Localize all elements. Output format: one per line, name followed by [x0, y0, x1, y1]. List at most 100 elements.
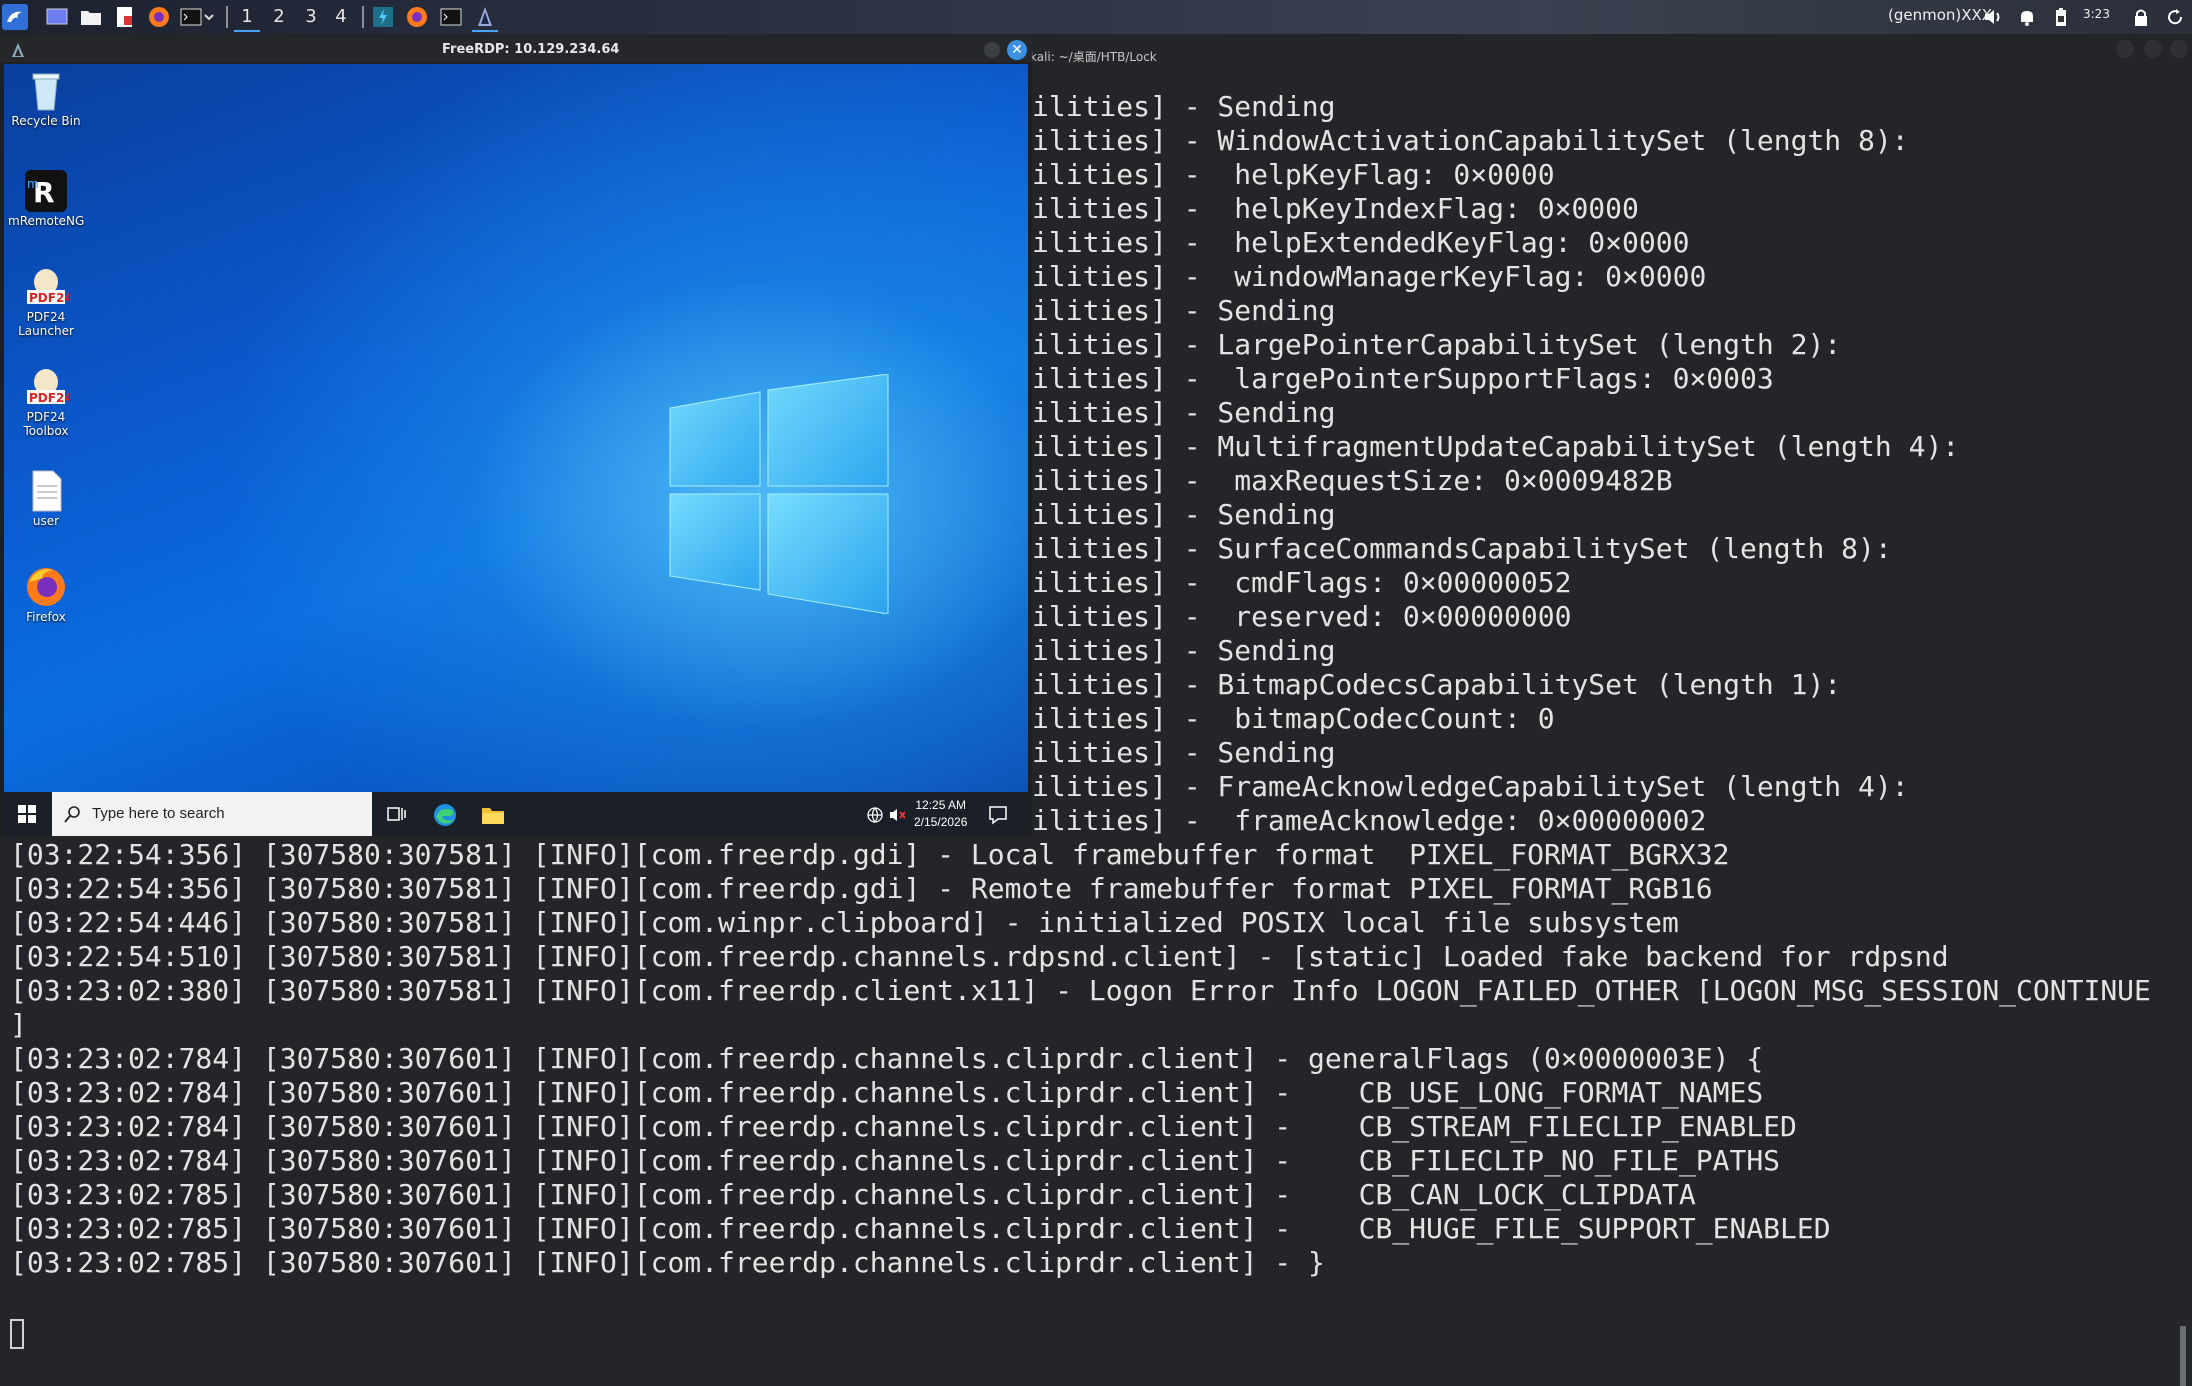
terminal-line: [03:23:02:784] [307580:307601] [INFO][co… — [10, 1144, 1781, 1177]
action-center-icon[interactable] — [988, 805, 1008, 825]
desktop-icon-label: Firefox — [26, 610, 66, 624]
lock-icon[interactable] — [2128, 4, 2154, 30]
workspace-1[interactable]: 1 — [234, 4, 260, 32]
terminal-scrollbar[interactable] — [2180, 1326, 2186, 1386]
top-panel: 1 2 3 4 (genmon)XXX 3:23 — [0, 0, 2192, 34]
terminal-maximize-button[interactable] — [2144, 40, 2162, 58]
terminal-close-button[interactable] — [2170, 40, 2188, 58]
desktop-icon[interactable] — [44, 4, 70, 30]
freerdp-window[interactable]: FreeRDP: 10.129.234.64 ✕ Recycle Bin R m… — [0, 38, 1032, 836]
terminal-line: ilities] - WindowActivationCapabilitySet… — [1032, 124, 1909, 157]
terminal-line: ilities] - maxRequestSize: 0×0009482B — [1032, 464, 1673, 497]
panel-separator — [362, 6, 364, 28]
svg-text:PDF24: PDF24 — [29, 291, 69, 305]
task-view-icon[interactable] — [386, 804, 406, 824]
recycle-bin-icon — [23, 68, 69, 114]
desktop-icon-user-file[interactable]: user — [8, 468, 84, 528]
terminal-line: [03:22:54:356] [307580:307581] [INFO][co… — [10, 838, 1730, 871]
pdf24-launcher-icon: PDF24 — [23, 264, 73, 310]
taskbar-clock[interactable]: 12:25 AM 2/15/2026 — [914, 797, 967, 831]
terminal-line: ilities] - LargePointerCapabilitySet (le… — [1032, 328, 1842, 361]
desktop-icon-pdf24-toolbox[interactable]: PDF24 PDF24 Toolbox — [8, 364, 84, 438]
terminal-line: ilities] - helpKeyFlag: 0×0000 — [1032, 158, 1555, 191]
chevron-down-icon[interactable] — [202, 4, 216, 30]
desktop-icon-label: Recycle Bin — [11, 114, 81, 128]
workspace-4[interactable]: 4 — [328, 4, 354, 30]
terminal-line: [03:22:54:446] [307580:307581] [INFO][co… — [10, 906, 1679, 939]
freerdp-titlebar[interactable]: FreeRDP: 10.129.234.64 ✕ — [0, 38, 1032, 62]
terminal-title: kali: ~/桌面/HTB/Lock — [1030, 50, 1157, 64]
volume-muted-icon[interactable] — [888, 806, 908, 824]
search-placeholder: Type here to search — [92, 805, 225, 822]
volume-icon[interactable] — [1980, 4, 2006, 30]
desktop-icon-label: user — [32, 514, 60, 528]
terminal-line: ilities] - helpKeyIndexFlag: 0×0000 — [1032, 192, 1639, 225]
battery-icon[interactable] — [2048, 4, 2074, 30]
task-app-icon[interactable] — [370, 4, 396, 30]
panel-separator — [226, 6, 228, 28]
svg-text:PDF24: PDF24 — [29, 391, 69, 405]
terminal-minimize-button[interactable] — [2116, 40, 2134, 58]
taskbar-search-box[interactable]: Type here to search — [52, 792, 372, 836]
terminal-line: ilities] - Sending — [1032, 396, 1336, 429]
freerdp-app-icon — [12, 43, 24, 57]
terminal-line: ilities] - Sending — [1032, 736, 1336, 769]
terminal-line: [03:23:02:784] [307580:307601] [INFO][co… — [10, 1076, 1764, 1109]
mremoteng-icon: Rm — [23, 168, 69, 214]
task-terminal-icon[interactable] — [438, 4, 464, 30]
start-button-icon[interactable] — [18, 805, 36, 823]
task-firefox-icon[interactable] — [404, 4, 430, 30]
terminal-line: [03:23:02:784] [307580:307601] [INFO][co… — [10, 1042, 1764, 1075]
desktop-icon-label: PDF24 Launcher — [18, 310, 74, 338]
terminal-line: ilities] - reserved: 0×00000000 — [1032, 600, 1572, 633]
terminal-line: ilities] - Sending — [1032, 498, 1336, 531]
terminal-line: ] — [10, 1008, 27, 1041]
freerdp-title: FreeRDP: 10.129.234.64 — [442, 42, 620, 57]
notification-bell-icon[interactable] — [2014, 4, 2040, 30]
terminal-line: ilities] - largePointerSupportFlags: 0×0… — [1032, 362, 1774, 395]
terminal-launcher-icon[interactable] — [178, 4, 204, 30]
file-explorer-icon[interactable] — [480, 803, 506, 827]
terminal-line: ilities] - frameAcknowledge: 0×00000002 — [1032, 804, 1707, 837]
terminal-line: ilities] - MultifragmentUpdateCapability… — [1032, 430, 1960, 463]
pdf24-toolbox-icon: PDF24 — [23, 364, 73, 410]
text-file-icon — [23, 468, 69, 514]
terminal-line: [03:23:02:784] [307580:307601] [INFO][co… — [10, 1110, 1797, 1143]
desktop-icon-mremoteng[interactable]: Rm mRemoteNG — [8, 168, 84, 228]
terminal-line: [03:23:02:380] [307580:307581] [INFO][co… — [10, 974, 2151, 1007]
windows-taskbar: Type here to search 12:25 AM 2/15/2026 — [4, 792, 1028, 836]
genmon-user-label: (genmon)XXX — [1888, 6, 1993, 24]
terminal-cursor — [10, 1319, 24, 1349]
desktop-icon-label: mRemoteNG — [8, 214, 85, 228]
taskbar-date: 2/15/2026 — [914, 815, 968, 829]
terminal-line: ilities] - Sending — [1032, 294, 1336, 327]
kali-menu-icon[interactable] — [2, 4, 28, 30]
firefox-launcher-icon[interactable] — [146, 4, 172, 30]
svg-text:m: m — [27, 177, 39, 191]
terminal-line: [03:23:02:785] [307580:307601] [INFO][co… — [10, 1246, 1325, 1279]
terminal-line: ilities] - FrameAcknowledgeCapabilitySet… — [1032, 770, 1909, 803]
windows-desktop[interactable]: Recycle Bin Rm mRemoteNG PDF24 PDF24 Lau… — [4, 64, 1028, 792]
terminal-line: ilities] - SurfaceCommandsCapabilitySet … — [1032, 532, 1892, 565]
refresh-icon[interactable] — [2162, 4, 2188, 30]
task-freerdp-icon[interactable] — [472, 4, 498, 32]
desktop-icon-firefox[interactable]: Firefox — [8, 564, 84, 624]
terminal-line: ilities] - windowManagerKeyFlag: 0×0000 — [1032, 260, 1707, 293]
freerdp-close-button[interactable]: ✕ — [1007, 40, 1027, 60]
terminal-line: [03:23:02:785] [307580:307601] [INFO][co… — [10, 1212, 1831, 1245]
firefox-icon — [23, 564, 69, 610]
desktop-icon-pdf24-launcher[interactable]: PDF24 PDF24 Launcher — [8, 264, 84, 338]
workspace-2[interactable]: 2 — [266, 4, 292, 30]
desktop-icon-recycle-bin[interactable]: Recycle Bin — [8, 68, 84, 128]
taskbar-time: 12:25 AM — [915, 798, 967, 812]
workspace-3[interactable]: 3 — [298, 4, 324, 30]
edge-icon[interactable] — [432, 802, 458, 828]
clock[interactable]: 3:23 — [2083, 7, 2110, 21]
terminal-line: ilities] - cmdFlags: 0×00000052 — [1032, 566, 1572, 599]
terminal-line: ilities] - Sending — [1032, 634, 1336, 667]
freerdp-minimize-button[interactable] — [984, 42, 1000, 58]
file-manager-icon[interactable] — [78, 4, 104, 30]
text-editor-icon[interactable] — [112, 4, 138, 30]
network-globe-icon[interactable] — [866, 806, 884, 824]
terminal-line: ilities] - Sending — [1032, 90, 1336, 123]
